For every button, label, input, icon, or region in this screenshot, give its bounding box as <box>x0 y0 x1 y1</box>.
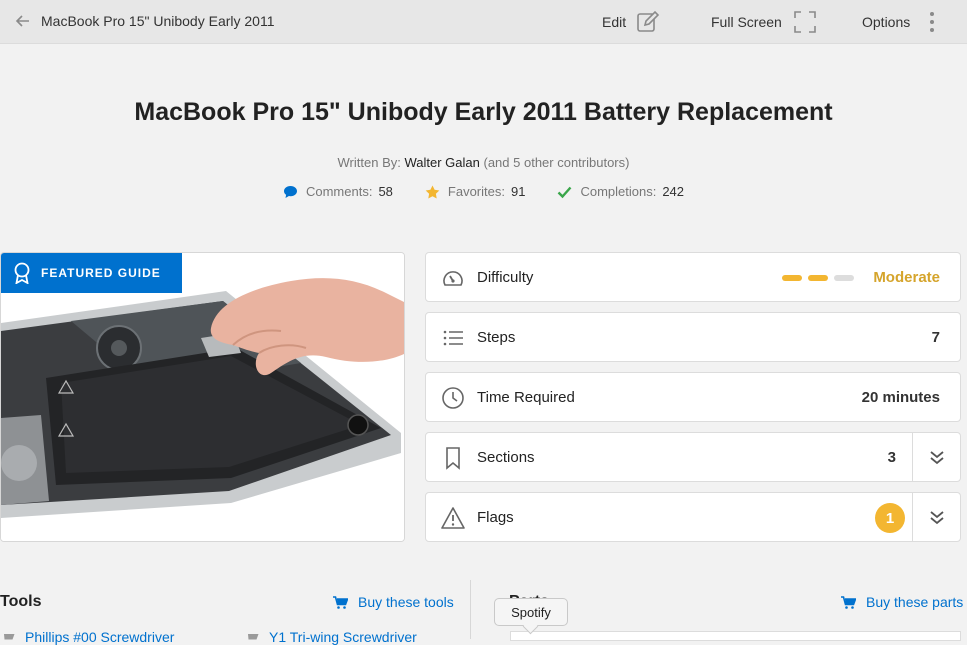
flags-count-badge: 1 <box>875 503 905 533</box>
flags-expand-toggle[interactable] <box>912 493 960 541</box>
gauge-icon <box>443 271 463 286</box>
kebab-menu-icon <box>930 12 935 32</box>
author-link[interactable]: Walter Galan <box>404 155 479 170</box>
difficulty-meter <box>776 275 854 281</box>
sections-expand-toggle[interactable] <box>912 433 960 481</box>
flags-label: Flags <box>477 509 514 526</box>
list-icon <box>443 330 463 346</box>
guide-stats: Comments: 58 Favorites: 91 Completions: … <box>0 184 967 199</box>
guide-title: MacBook Pro 15" Unibody Early 2011 Batte… <box>134 98 833 126</box>
steps-label: Steps <box>477 329 516 346</box>
time-required-label: Time Required <box>477 389 575 406</box>
contributors-text[interactable]: (and 5 other contributors) <box>484 155 630 170</box>
difficulty-segment <box>782 275 802 281</box>
byline: Written By: Walter Galan (and 5 other co… <box>0 155 967 170</box>
buy-parts-link[interactable]: Buy these parts <box>841 594 963 610</box>
macbook-battery-photo <box>1 253 404 541</box>
options-label: Options <box>862 14 911 30</box>
checkmark-icon <box>558 186 572 198</box>
cart-icon <box>841 595 856 609</box>
warning-triangle-icon <box>441 507 465 529</box>
guide-details: Difficulty Moderate Steps 7 Time Require… <box>425 252 961 552</box>
difficulty-segment <box>808 275 828 281</box>
sections-row[interactable]: Sections 3 <box>425 432 961 482</box>
comments-stat[interactable]: Comments: 58 <box>283 184 393 199</box>
difficulty-segment <box>834 275 854 281</box>
guide-hero-image[interactable]: FEATURED GUIDE <box>0 252 405 542</box>
featured-guide-label: FEATURED GUIDE <box>41 266 161 280</box>
cart-icon <box>248 633 259 639</box>
edit-label: Edit <box>602 14 627 30</box>
edit-button[interactable]: Edit <box>602 0 660 44</box>
award-ribbon-icon <box>14 262 30 284</box>
sections-label: Sections <box>477 449 535 466</box>
favorites-stat[interactable]: Favorites: 91 <box>425 184 525 199</box>
double-chevron-down-icon <box>929 451 944 465</box>
star-icon <box>425 185 440 198</box>
column-divider <box>470 580 471 639</box>
options-button[interactable]: Options <box>862 0 936 44</box>
time-required-value: 20 minutes <box>861 389 940 406</box>
difficulty-label: Difficulty <box>477 269 534 286</box>
sections-value: 3 <box>887 449 896 466</box>
double-chevron-down-icon <box>929 511 944 525</box>
steps-row: Steps 7 <box>425 312 961 362</box>
flags-row[interactable]: Flags 1 <box>425 492 961 542</box>
full-screen-label: Full Screen <box>711 14 782 30</box>
clock-icon <box>442 387 464 409</box>
top-bar: MacBook Pro 15" Unibody Early 2011 Edit … <box>0 0 967 44</box>
edit-icon <box>637 10 660 32</box>
parts-list-item[interactable] <box>510 631 961 641</box>
steps-value: 7 <box>931 329 940 346</box>
difficulty-row: Difficulty Moderate <box>425 252 961 302</box>
tooltip: Spotify <box>494 598 568 626</box>
full-screen-icon <box>794 11 816 33</box>
tool-item-link[interactable]: Y1 Tri-wing Screwdriver <box>244 629 417 645</box>
breadcrumb[interactable]: MacBook Pro 15" Unibody Early 2011 <box>41 13 275 29</box>
tool-item-link[interactable]: Phillips #00 Screwdriver <box>0 629 174 645</box>
written-by-label: Written By: <box>337 155 401 170</box>
buy-tools-link[interactable]: Buy these tools <box>333 594 454 610</box>
difficulty-value: Moderate <box>873 269 940 286</box>
featured-guide-badge: FEATURED GUIDE <box>1 253 182 293</box>
bookmark-icon <box>446 447 460 470</box>
time-required-row: Time Required 20 minutes <box>425 372 961 422</box>
cart-icon <box>333 595 348 609</box>
comment-icon <box>283 185 297 198</box>
back-arrow-icon[interactable] <box>14 12 32 30</box>
completions-stat[interactable]: Completions: 242 <box>557 184 684 199</box>
tools-heading: Tools <box>0 593 42 610</box>
full-screen-button[interactable]: Full Screen <box>711 0 816 44</box>
cart-icon <box>4 633 15 639</box>
